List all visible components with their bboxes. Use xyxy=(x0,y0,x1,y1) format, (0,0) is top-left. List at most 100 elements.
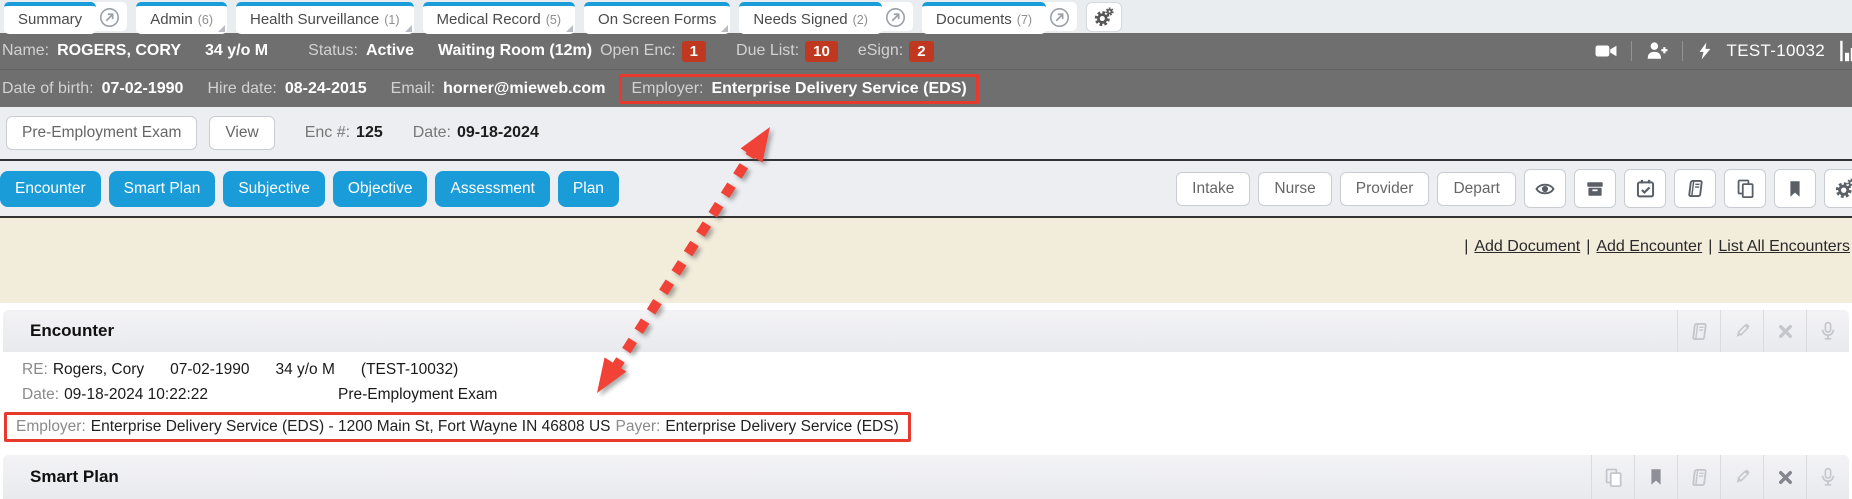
separator: | xyxy=(1586,238,1590,256)
needs-signed-popout-icon[interactable] xyxy=(878,2,913,31)
lightning-icon[interactable] xyxy=(1696,40,1714,62)
edit-button[interactable] xyxy=(1720,455,1763,499)
list-all-encounters-link[interactable]: List All Encounters xyxy=(1718,238,1850,256)
archive-button[interactable] xyxy=(1574,169,1616,208)
dob-label: Date of birth: xyxy=(2,80,94,98)
date-line: Date: 09-18-2024 10:22:22 Pre-Employment… xyxy=(22,386,1852,404)
tab-count: (1) xyxy=(384,13,399,27)
name-label: Name: xyxy=(2,42,49,60)
video-camera-icon[interactable] xyxy=(1594,40,1618,62)
book-button[interactable] xyxy=(1677,310,1720,352)
tab-settings-button[interactable] xyxy=(1086,2,1122,32)
tab-health-surveillance[interactable]: Health Surveillance (1) xyxy=(236,2,414,34)
encounter-section-title: Encounter xyxy=(3,321,114,341)
depart-button[interactable]: Depart xyxy=(1437,172,1516,206)
dictate-button[interactable] xyxy=(1806,310,1849,352)
pencil-icon xyxy=(1732,467,1752,487)
esign-label: eSign: xyxy=(858,42,903,60)
pencil-icon xyxy=(1732,321,1752,341)
intake-button[interactable]: Intake xyxy=(1176,172,1250,206)
edit-button[interactable] xyxy=(1720,310,1763,352)
add-encounter-link[interactable]: Add Encounter xyxy=(1596,238,1702,256)
exam-type-button[interactable]: Pre-Employment Exam xyxy=(6,116,197,150)
book-button[interactable] xyxy=(1674,169,1716,208)
encounter-meta-bar: Pre-Employment Exam View Enc #: 125 Date… xyxy=(0,107,1852,161)
copy-button[interactable] xyxy=(1591,455,1634,499)
microphone-icon xyxy=(1818,321,1838,341)
dob-value: 07-02-1990 xyxy=(102,80,184,98)
settings-button[interactable] xyxy=(1824,169,1852,208)
patient-name: ROGERS, CORY xyxy=(57,42,181,60)
smart-plan-section-header: Smart Plan xyxy=(3,455,1849,499)
employer-value: Enterprise Delivery Service (EDS) xyxy=(711,80,966,98)
due-list-label: Due List: xyxy=(736,42,799,60)
patient-id: TEST-10032 xyxy=(1727,41,1825,61)
date-label: Date: xyxy=(22,386,59,404)
tab-on-screen-forms[interactable]: On Screen Forms xyxy=(584,2,730,34)
tab-needs-signed[interactable]: Needs Signed (2) xyxy=(739,2,882,34)
nav-plan-button[interactable]: Plan xyxy=(558,171,619,207)
eye-button[interactable] xyxy=(1524,169,1566,208)
esign-badge[interactable]: 2 xyxy=(909,41,933,62)
nav-encounter-button[interactable]: Encounter xyxy=(0,171,101,207)
calendar-button[interactable] xyxy=(1624,169,1666,208)
employer-value: Enterprise Delivery Service (EDS) - 1200… xyxy=(91,418,611,436)
gears-icon xyxy=(1835,178,1852,199)
tab-summary[interactable]: Summary xyxy=(4,2,96,34)
tab-documents[interactable]: Documents (7) xyxy=(922,2,1046,34)
enc-date-label: Date: xyxy=(413,124,451,142)
nav-subjective-button[interactable]: Subjective xyxy=(223,171,325,207)
re-label: RE: xyxy=(22,361,48,378)
bookmark-button[interactable] xyxy=(1634,455,1677,499)
bookmark-icon xyxy=(1785,179,1805,199)
date-value: 09-18-2024 10:22:22 xyxy=(64,386,208,404)
book-button[interactable] xyxy=(1677,455,1720,499)
nurse-button[interactable]: Nurse xyxy=(1258,172,1331,206)
patient-location: Waiting Room (12m) xyxy=(438,42,592,60)
email-label: Email: xyxy=(391,80,435,98)
tab-label: Medical Record xyxy=(437,11,541,28)
close-button[interactable] xyxy=(1763,310,1806,352)
copy-button[interactable] xyxy=(1724,169,1766,208)
close-icon xyxy=(1776,322,1795,341)
person-plus-icon[interactable] xyxy=(1645,40,1669,62)
payer-label: Payer: xyxy=(616,418,661,436)
payer-value: Enterprise Delivery Service (EDS) xyxy=(665,418,898,436)
re-dob: 07-02-1990 xyxy=(170,361,249,379)
nav-assessment-button[interactable]: Assessment xyxy=(435,171,549,207)
nav-smart-plan-button[interactable]: Smart Plan xyxy=(109,171,216,207)
due-list-badge[interactable]: 10 xyxy=(805,41,838,62)
provider-button[interactable]: Provider xyxy=(1340,172,1430,206)
divider xyxy=(1682,41,1683,61)
hire-date-value: 08-24-2015 xyxy=(285,80,367,98)
encounter-nav-row: Encounter Smart Plan Subjective Objectiv… xyxy=(0,161,1852,218)
add-document-link[interactable]: Add Document xyxy=(1474,238,1580,256)
tab-medical-record[interactable]: Medical Record (5) xyxy=(423,2,576,34)
summary-popout-icon[interactable] xyxy=(92,2,127,31)
employer-payer-annotation-box: Employer: Enterprise Delivery Service (E… xyxy=(4,412,911,442)
tab-count: (2) xyxy=(853,13,868,27)
employer-label: Employer: xyxy=(631,80,703,98)
tab-label: Admin xyxy=(150,11,193,28)
exam-type: Pre-Employment Exam xyxy=(338,386,497,404)
bar-chart-icon[interactable] xyxy=(1838,39,1852,63)
patient-demographics-bar: Date of birth: 07-02-1990 Hire date: 08-… xyxy=(0,69,1852,107)
bookmark-button[interactable] xyxy=(1774,169,1816,208)
tab-admin[interactable]: Admin (6) xyxy=(136,2,227,34)
re-age-sex: 34 y/o M xyxy=(275,361,334,379)
email-value: horner@mieweb.com xyxy=(443,80,605,98)
patient-status: Active xyxy=(366,42,414,60)
open-enc-badge[interactable]: 1 xyxy=(682,41,706,62)
nav-objective-button[interactable]: Objective xyxy=(333,171,428,207)
tab-label: Needs Signed xyxy=(753,11,847,28)
documents-popout-icon[interactable] xyxy=(1042,2,1077,31)
re-patient-id: (TEST-10032) xyxy=(361,361,458,379)
patient-age-sex: 34 y/o M xyxy=(205,42,268,60)
eye-icon xyxy=(1534,179,1556,199)
close-button[interactable] xyxy=(1763,455,1806,499)
view-button[interactable]: View xyxy=(209,116,274,150)
tab-label: Documents xyxy=(936,11,1012,28)
dictate-button[interactable] xyxy=(1806,455,1849,499)
hire-date-label: Hire date: xyxy=(207,80,276,98)
close-icon xyxy=(1776,468,1795,487)
